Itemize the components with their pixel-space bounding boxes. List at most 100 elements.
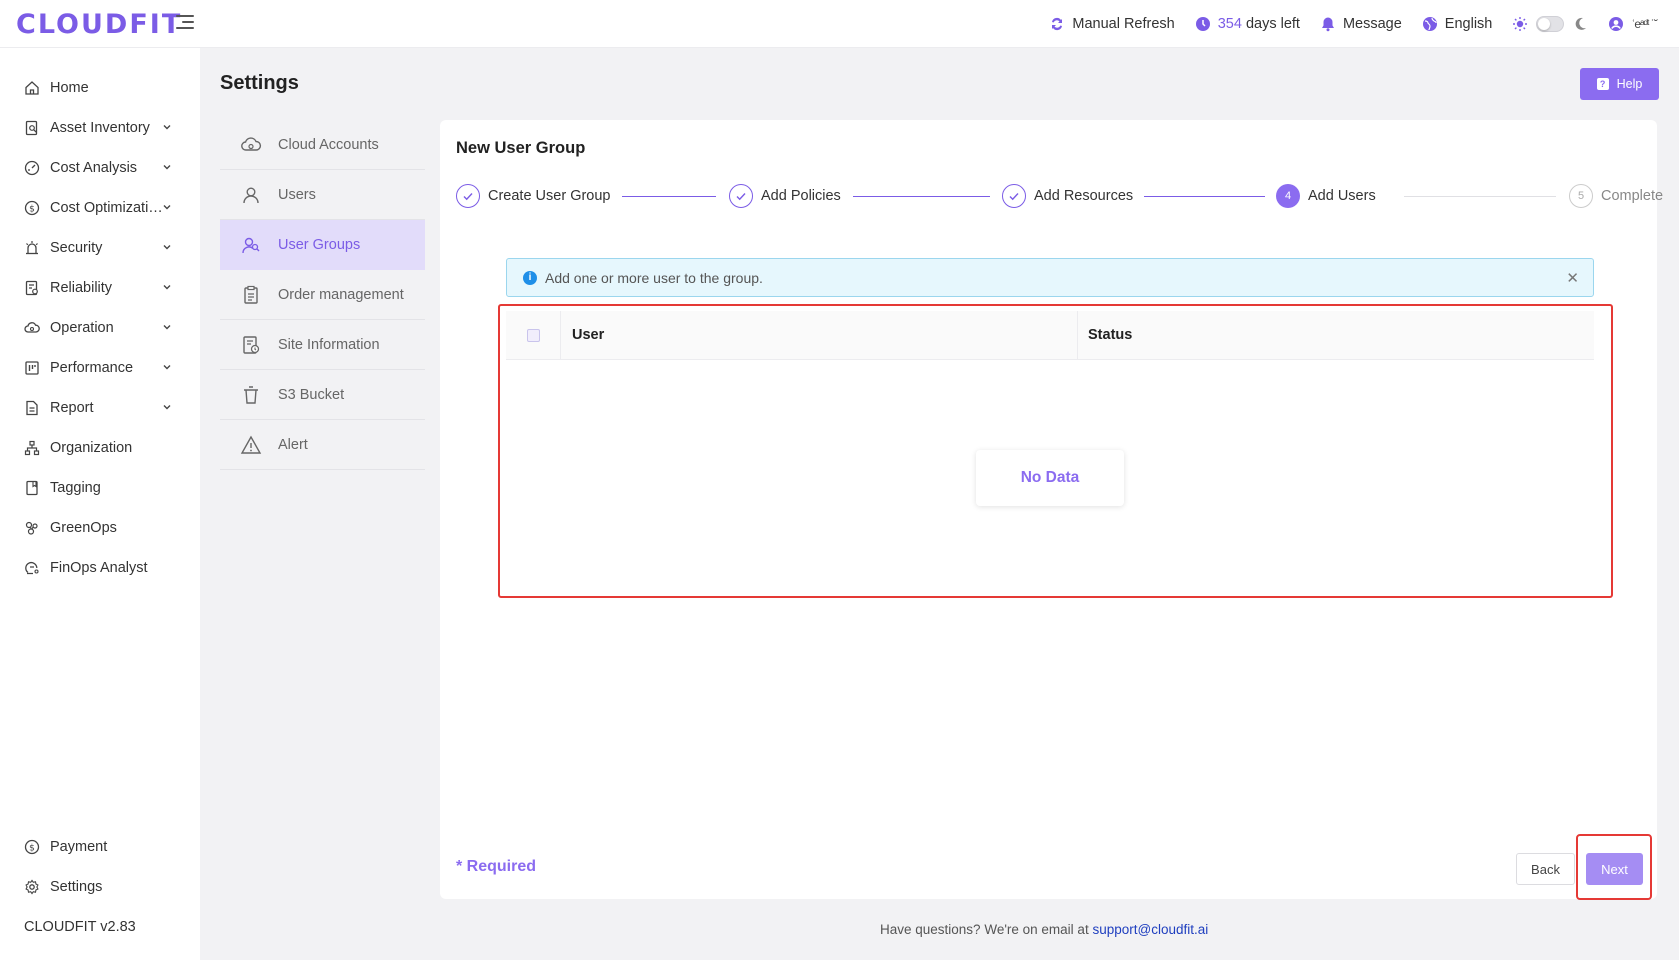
sidebar-item-report[interactable]: Report [0,388,200,428]
settings-item-site-information[interactable]: Site Information [220,320,425,370]
language-selector[interactable]: English [1422,16,1493,32]
refresh-icon [1052,17,1063,31]
svg-text:$: $ [29,204,35,214]
sidebar-item-label: Organization [50,440,133,456]
sidebar-item-label: Asset Inventory [50,120,150,136]
clock-icon [1195,17,1210,31]
sidebar-item-security[interactable]: Security [0,228,200,268]
page-title: Settings [220,72,299,94]
info-icon: i [523,270,537,285]
sidebar-item-label: GreenOps [50,520,117,536]
step-label: Complete [1601,188,1664,204]
sidebar-item-settings[interactable]: Settings [0,867,200,907]
dollar-icon: $ [24,839,40,855]
sidebar-item-label: FinOps Analyst [50,560,148,576]
message-button[interactable]: Message [1320,16,1402,32]
sidebar-item-payment[interactable]: $ Payment [0,827,200,867]
sidebar-item-asset-inventory[interactable]: Asset Inventory [0,108,200,148]
left-sidebar: Home Asset Inventory Cost Analysis $ Cos… [0,48,200,960]
step-add-policies[interactable]: Add Policies [729,184,841,208]
sidebar-item-label: Performance [50,360,134,376]
settings-item-user-groups[interactable]: User Groups [220,220,425,270]
sidebar-item-performance[interactable]: Performance [0,348,200,388]
settings-item-alert[interactable]: Alert [220,420,425,470]
chevron-down-icon [163,125,171,130]
settings-item-label: Alert [278,436,308,453]
gauge-icon [24,160,40,176]
sidebar-item-label: Cost Optimizati… [50,200,163,216]
sidebar-item-cost-optimization[interactable]: $ Cost Optimizati… [0,188,200,228]
settings-menu: Cloud Accounts Users User Groups Order m… [220,120,425,470]
sidebar-item-finops-analyst[interactable]: FinOps Analyst [0,548,200,588]
sidebar-item-operation[interactable]: Operation [0,308,200,348]
asset-icon [25,120,38,136]
sidebar-item-reliability[interactable]: Reliability [0,268,200,308]
report-icon [26,400,38,416]
settings-item-s3-bucket[interactable]: S3 Bucket [220,370,425,420]
gear-icon [25,879,39,895]
step-label: Add Users [1308,188,1376,204]
chevron-down-icon [163,205,171,210]
sidebar-item-label: Operation [50,320,114,336]
support-email-link[interactable]: support@cloudfit.ai [1092,922,1208,937]
sidebar-item-cost-analysis[interactable]: Cost Analysis [0,148,200,188]
tag-icon [26,480,38,496]
sidebar-item-home[interactable]: Home [0,68,200,108]
theme-toggle[interactable] [1536,16,1565,32]
step-add-resources[interactable]: Add Resources [1002,184,1133,208]
days-left-number: 354 [1217,16,1242,32]
user-menu[interactable]: ʿeᵃᵈᵗ ˙˘ [1608,16,1658,32]
wizard-stepper: Create User Group Add Policies Add Resou… [456,184,1663,210]
warning-icon [240,435,262,454]
menu-toggle-icon[interactable] [176,15,194,29]
step-add-users[interactable]: 4 Add Users [1276,184,1376,208]
chevron-down-icon [163,365,171,370]
sidebar-item-organization[interactable]: Organization [0,428,200,468]
org-icon [24,440,40,456]
column-header-user[interactable]: User [561,310,1078,360]
cloud-gear-icon [24,322,40,333]
help-icon: ? [1596,78,1609,90]
user-icon [1609,17,1624,31]
sidebar-item-tagging[interactable]: Tagging [0,468,200,508]
reliability-icon [25,280,38,296]
select-all-checkbox[interactable] [526,328,540,342]
settings-item-cloud-accounts[interactable]: Cloud Accounts [220,120,425,170]
manual-refresh-button[interactable]: Manual Refresh [1049,16,1175,32]
license-days: 354 days left [1195,16,1300,32]
user-icon [243,186,259,203]
app-logo[interactable]: CLOUDFIT [16,9,182,40]
step-number: 5 [1569,184,1593,208]
close-icon[interactable]: ✕ [1566,269,1579,287]
step-complete[interactable]: 5 Complete [1569,184,1663,208]
step-connector [622,196,716,197]
top-bar: CLOUDFIT Manual Refresh 354 days left Me… [0,0,1679,48]
support-text: Have questions? We're on email at [880,922,1089,937]
table-header: User Status [506,310,1594,360]
settings-item-label: Cloud Accounts [278,136,379,153]
sidebar-item-greenops[interactable]: GreenOps [0,508,200,548]
message-label: Message [1342,16,1402,32]
app-version: CLOUDFIT v2.83 [0,907,200,947]
theme-switch[interactable] [1512,16,1588,32]
settings-item-order-management[interactable]: Order management [220,270,425,320]
dollar-icon: $ [24,200,40,216]
settings-item-label: Order management [278,286,404,303]
step-create-user-group[interactable]: Create User Group [456,184,611,208]
help-button[interactable]: ? Help [1580,68,1659,100]
step-number: 4 [1276,184,1300,208]
language-label: English [1444,16,1493,32]
settings-item-label: S3 Bucket [278,386,345,403]
settings-item-users[interactable]: Users [220,170,425,220]
greenops-icon [25,521,38,535]
settings-label: Settings [50,879,103,895]
step-label: Add Resources [1034,188,1134,204]
column-header-status[interactable]: Status [1078,327,1132,343]
manual-refresh-label: Manual Refresh [1072,16,1175,32]
home-icon [25,81,39,95]
user-name: ʿeᵃᵈᵗ ˙˘ [1631,17,1658,31]
info-alert: i Add one or more user to the group. ✕ [506,258,1594,297]
back-button[interactable]: Back [1516,853,1575,885]
required-note: * Required [456,858,537,875]
user-group-icon [242,237,260,253]
